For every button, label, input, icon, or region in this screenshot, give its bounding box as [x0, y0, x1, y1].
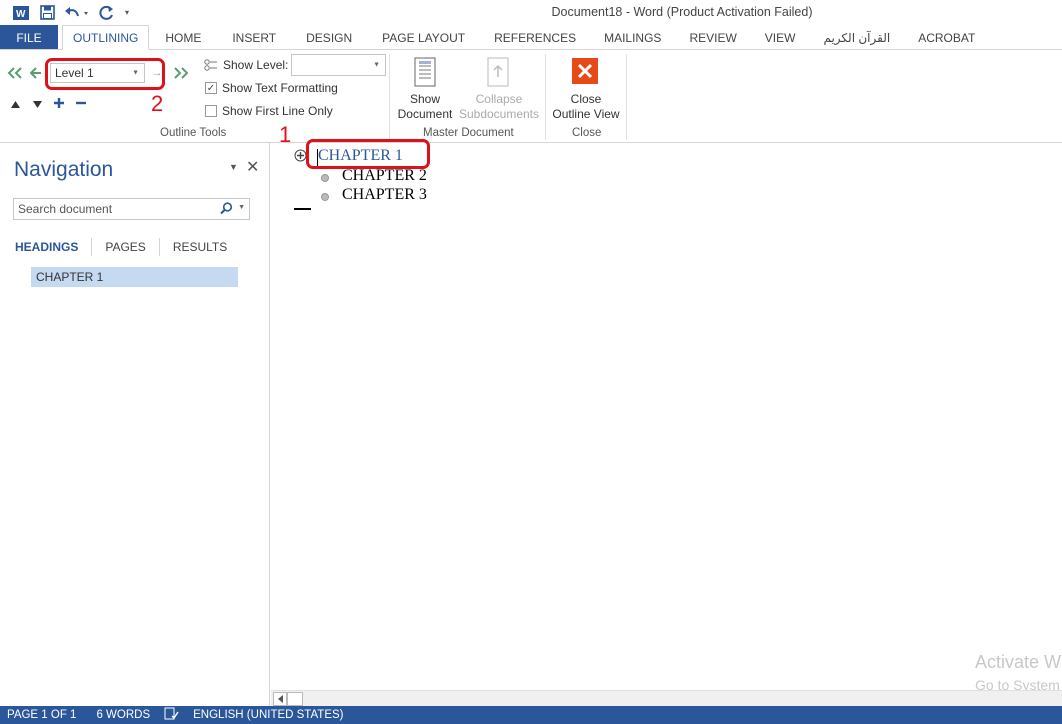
window-title: Document18 - Word (Product Activation Fa…: [551, 5, 813, 19]
tab-references[interactable]: REFERENCES: [480, 25, 590, 50]
tab-mailings[interactable]: MAILINGS: [590, 25, 675, 50]
tab-outlining[interactable]: OUTLINING: [62, 25, 150, 50]
tab-headings[interactable]: HEADINGS: [15, 240, 78, 254]
close-outline-view-button[interactable]: Close Outline View: [550, 92, 622, 122]
divider: [158, 238, 160, 256]
horizontal-scrollbar[interactable]: [271, 690, 1062, 706]
tab-file[interactable]: FILE: [0, 25, 58, 50]
show-document-button[interactable]: Show Document: [396, 92, 454, 122]
move-up-icon[interactable]: [8, 97, 22, 111]
show-level-label: Show Level:: [223, 58, 289, 72]
outline-heading-3[interactable]: CHAPTER 3: [342, 186, 427, 204]
promote-to-heading1-icon[interactable]: [6, 65, 24, 81]
collapse-subdocuments-button[interactable]: Collapse Subdocuments: [458, 92, 540, 122]
close-outline-icon: [572, 58, 598, 84]
nav-heading-item[interactable]: CHAPTER 1: [31, 267, 238, 287]
promote-icon[interactable]: [28, 65, 44, 81]
word-count[interactable]: 6 WORDS: [96, 709, 150, 721]
document-area[interactable]: CHAPTER 1 CHAPTER 2 CHAPTER 3: [271, 143, 1062, 690]
tab-acrobat[interactable]: ACROBAT: [904, 25, 989, 50]
annotation-number-2: 2: [151, 91, 164, 116]
tab-view[interactable]: VIEW: [751, 25, 810, 50]
activation-watermark: Activate W: [975, 652, 1062, 672]
navigation-pane: Navigation ▼ ✕ Search document ▼ HEADING…: [0, 143, 270, 706]
collapse-subdocuments-icon: [485, 56, 511, 88]
search-icon[interactable]: [220, 202, 233, 218]
collapse-icon[interactable]: [74, 96, 88, 110]
annotation-box-level: [45, 58, 165, 90]
outline-heading-2[interactable]: CHAPTER 2: [342, 167, 427, 185]
ribbon-tabs: FILE OUTLINING HOME INSERT DESIGN PAGE L…: [0, 25, 1062, 50]
proofing-icon[interactable]: [164, 707, 179, 723]
annotation-number-1: 1: [279, 122, 292, 147]
show-first-line-label: Show First Line Only: [222, 104, 333, 118]
checkbox-empty-icon: [205, 105, 217, 117]
move-down-icon[interactable]: [30, 97, 44, 111]
show-level-icon: [203, 57, 219, 73]
group-label-master-document: Master Document: [423, 127, 514, 139]
show-first-line-checkbox[interactable]: Show First Line Only: [205, 104, 333, 118]
show-document-icon: [412, 56, 438, 88]
nav-tabs: HEADINGS PAGES RESULTS: [15, 238, 227, 256]
group-separator: [626, 54, 627, 140]
tab-results[interactable]: RESULTS: [173, 240, 227, 254]
chevron-down-icon: ▼: [373, 61, 380, 69]
tab-review[interactable]: REVIEW: [675, 25, 750, 50]
navigation-title: Navigation: [14, 158, 114, 181]
language-indicator[interactable]: ENGLISH (UNITED STATES): [193, 709, 343, 721]
scroll-left-icon[interactable]: [273, 692, 287, 706]
group-label-close: Close: [572, 127, 602, 139]
bullet-icon: [321, 171, 329, 185]
group-label-outline-tools: Outline Tools: [160, 127, 227, 139]
tab-quran[interactable]: القرآن الكريم: [809, 25, 904, 50]
checkmark-icon: ✓: [205, 82, 217, 94]
bullet-icon: [321, 190, 329, 204]
show-text-formatting-label: Show Text Formatting: [222, 81, 338, 95]
demote-to-body-text-icon[interactable]: [172, 65, 190, 81]
close-icon[interactable]: ✕: [246, 157, 259, 177]
search-input[interactable]: Search document ▼: [13, 198, 250, 220]
search-placeholder: Search document: [18, 202, 113, 216]
tab-pages[interactable]: PAGES: [105, 240, 145, 254]
expand-icon[interactable]: [52, 96, 66, 110]
status-bar: PAGE 1 OF 1 6 WORDS ENGLISH (UNITED STAT…: [0, 706, 1062, 724]
tab-home[interactable]: HOME: [149, 25, 217, 50]
tab-page-layout[interactable]: PAGE LAYOUT: [367, 25, 480, 50]
chevron-down-icon[interactable]: ▼: [238, 204, 245, 211]
end-of-document-marker: [294, 208, 311, 210]
group-separator: [389, 54, 390, 140]
page-count[interactable]: PAGE 1 OF 1: [7, 709, 76, 721]
show-level-dropdown[interactable]: ▼: [291, 54, 386, 76]
title-bar: W ▾ Document18 - Word (Product Activatio…: [0, 0, 1062, 25]
group-separator: [545, 54, 546, 140]
tab-insert[interactable]: INSERT: [217, 25, 291, 50]
annotation-box-heading: [306, 139, 430, 169]
scroll-thumb[interactable]: [287, 692, 303, 706]
show-text-formatting-checkbox[interactable]: ✓ Show Text Formatting: [205, 81, 338, 95]
divider: [91, 238, 93, 256]
tab-design[interactable]: DESIGN: [291, 25, 367, 50]
nav-options-icon[interactable]: ▼: [229, 162, 238, 172]
